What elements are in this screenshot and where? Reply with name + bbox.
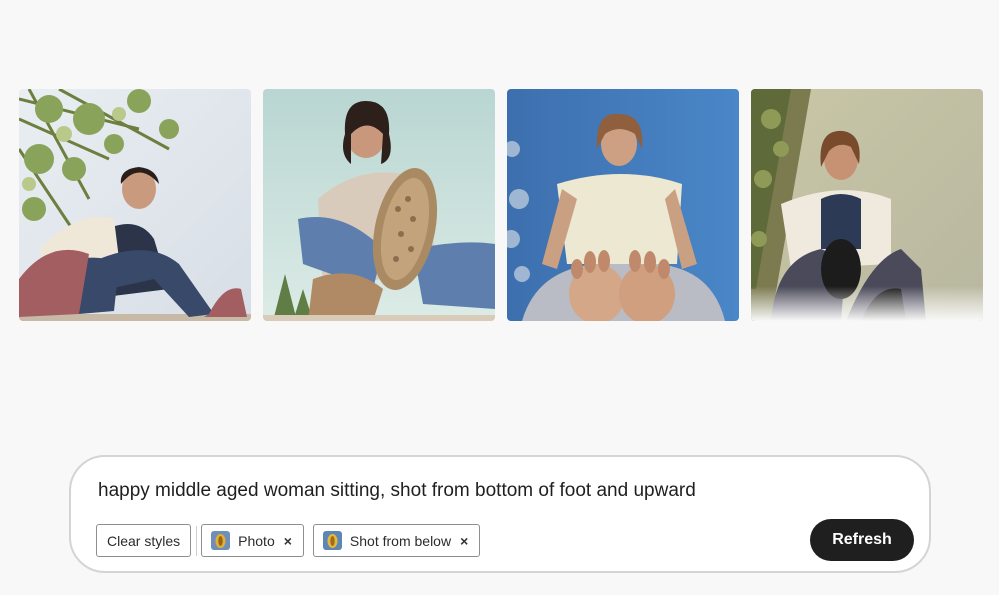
chip-divider (196, 525, 198, 556)
clear-styles-label: Clear styles (107, 532, 181, 549)
generated-image-4[interactable] (751, 89, 983, 321)
remove-style-shot-from-below-icon[interactable]: × (458, 532, 470, 550)
photo-style-icon (211, 531, 231, 550)
style-chips: Clear styles Photo × Shot from below × (96, 524, 489, 557)
image-gallery (19, 89, 983, 321)
style-chip-label: Shot from below (349, 532, 452, 549)
woman-sitting-under-tree-image (19, 89, 251, 321)
generated-image-2[interactable] (263, 89, 495, 321)
prompt-input[interactable]: happy middle aged woman sitting, shot fr… (98, 477, 798, 505)
generated-image-3[interactable] (507, 89, 739, 321)
refresh-button[interactable]: Refresh (810, 519, 914, 561)
style-chip-photo: Photo × (201, 524, 304, 557)
clear-styles-button[interactable]: Clear styles (96, 524, 192, 557)
remove-style-photo-icon[interactable]: × (282, 532, 294, 550)
style-chip-label: Photo (238, 532, 275, 549)
woman-foot-sole-closeup-image (263, 89, 495, 321)
prompt-panel: happy middle aged woman sitting, shot fr… (69, 455, 931, 573)
style-chip-shot-from-below: Shot from below × (312, 524, 481, 557)
shot-from-below-style-icon (322, 531, 342, 550)
woman-sitting-sunset-image (751, 89, 983, 321)
generated-image-1[interactable] (19, 89, 251, 321)
woman-blue-sky-feet-image (507, 89, 739, 321)
